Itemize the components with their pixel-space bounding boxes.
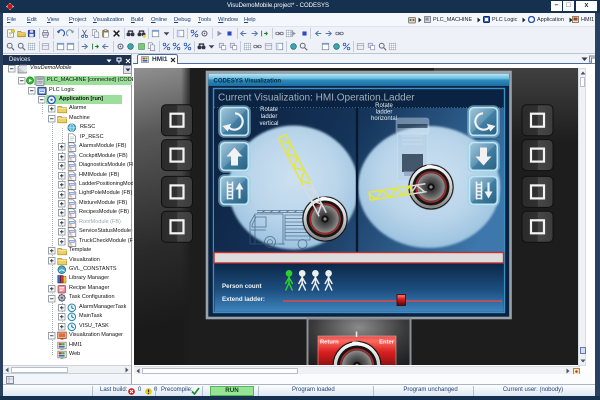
svg-text:ladder: ladder (376, 110, 393, 116)
svg-text:Rotate: Rotate (260, 107, 278, 113)
svg-text:CODESYS Visualization: CODESYS Visualization (214, 79, 282, 85)
svg-text:Extend ladder:: Extend ladder: (222, 296, 265, 303)
svg-text:horizontal: horizontal (371, 116, 397, 122)
svg-text:ladder: ladder (261, 114, 278, 120)
svg-text:Return: Return (320, 340, 339, 346)
svg-text:vertical: vertical (259, 121, 278, 127)
svg-text:Current Visualization: HMI.Ope: Current Visualization: HMI.Operation.Lad… (218, 93, 415, 104)
svg-text:Enter: Enter (379, 340, 395, 346)
svg-text:Rotate: Rotate (375, 103, 393, 109)
svg-text:Person count: Person count (222, 283, 262, 290)
